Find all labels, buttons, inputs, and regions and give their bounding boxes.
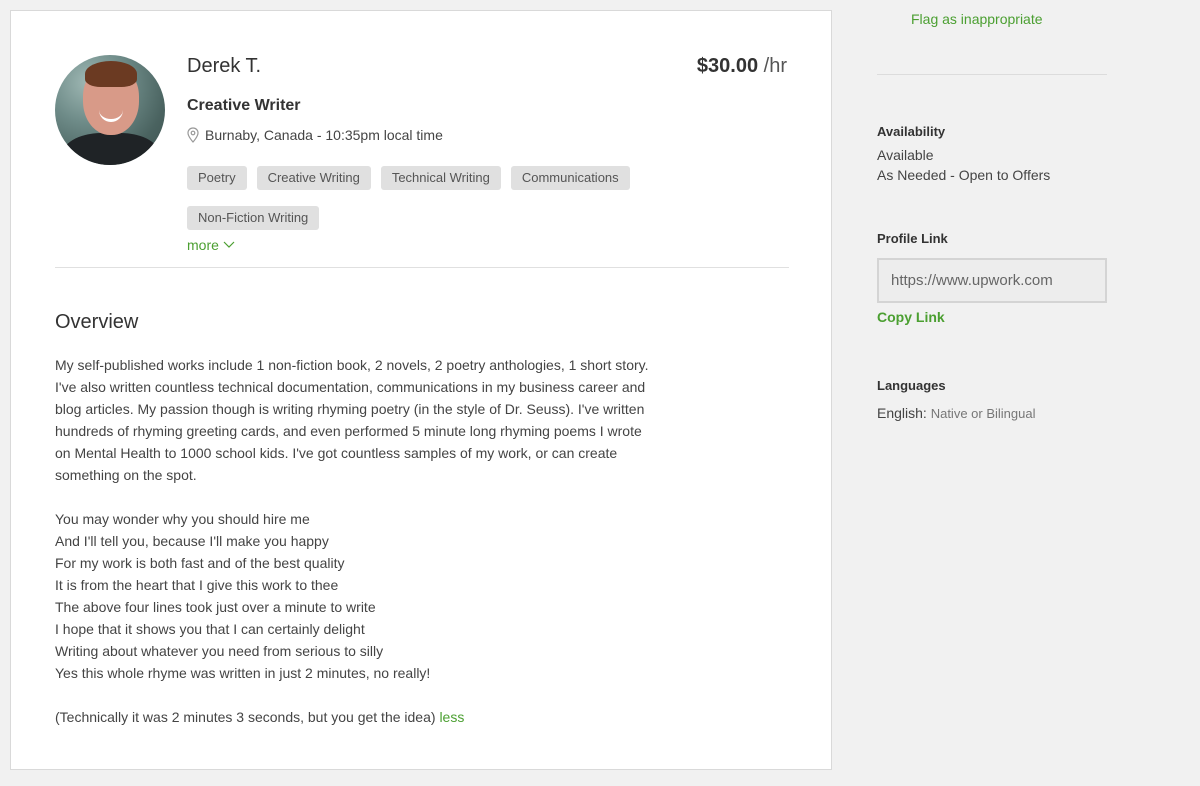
availability-detail: As Needed - Open to Offers — [877, 167, 1051, 183]
hourly-rate: $30.00 /hr — [697, 55, 787, 78]
overview-line: I've also written countless technical do… — [55, 379, 646, 395]
freelancer-name: Derek T. — [187, 55, 262, 77]
skill-tag[interactable]: Creative Writing — [256, 166, 371, 190]
more-label: more — [187, 237, 219, 253]
overview-line: on Mental Health to 1000 school kids. I'… — [55, 445, 618, 461]
overview-body: My self-published works include 1 non-fi… — [55, 354, 795, 728]
poem-line: You may wonder why you should hire me — [55, 511, 310, 527]
skill-tag[interactable]: Technical Writing — [380, 166, 501, 190]
language-name: English: — [877, 405, 927, 421]
avatar[interactable] — [55, 55, 165, 165]
location: Burnaby, Canada - 10:35pm local time — [187, 127, 443, 143]
overview-closing: (Technically it was 2 minutes 3 seconds,… — [55, 706, 795, 728]
poem-line: The above four lines took just over a mi… — [55, 599, 376, 615]
poem-line: It is from the heart that I give this wo… — [55, 577, 339, 593]
profile-card: Derek T. $30.00 /hr Creative Writer Burn… — [10, 10, 832, 770]
profile-link-field[interactable]: https://www.upwork.com — [877, 258, 1107, 303]
more-skills-link[interactable]: more — [187, 237, 235, 253]
overview-line: hundreds of rhyming greeting cards, and … — [55, 423, 642, 439]
closing-text: (Technically it was 2 minutes 3 seconds,… — [55, 709, 436, 725]
skill-tag[interactable]: Communications — [510, 166, 630, 190]
flag-inappropriate-link[interactable]: Flag as inappropriate — [911, 11, 1043, 27]
overview-line: blog articles. My passion though is writ… — [55, 401, 645, 417]
language-level: Native or Bilingual — [930, 406, 1036, 421]
poem-line: I hope that it shows you that I can cert… — [55, 621, 365, 637]
divider — [55, 267, 789, 268]
avatar-hair — [85, 61, 137, 87]
profile-link-label: Profile Link — [877, 231, 948, 246]
poem-line: Yes this whole rhyme was written in just… — [55, 665, 431, 681]
skill-tag[interactable]: Non-Fiction Writing — [187, 206, 320, 230]
availability-label: Availability — [877, 124, 946, 139]
avatar-shirt — [61, 133, 161, 165]
less-link[interactable]: less — [439, 709, 464, 725]
chevron-down-icon — [223, 241, 235, 248]
poem-line: Writing about whatever you need from ser… — [55, 643, 384, 659]
sidebar-divider — [877, 74, 1107, 75]
languages-label: Languages — [877, 378, 946, 393]
overview-line: My self-published works include 1 non-fi… — [55, 357, 649, 373]
poem-line: For my work is both fast and of the best… — [55, 555, 345, 571]
copy-link-button[interactable]: Copy Link — [877, 309, 945, 325]
profile-title: Creative Writer — [187, 97, 301, 114]
location-pin-icon — [187, 127, 199, 143]
location-text: Burnaby, Canada - 10:35pm local time — [205, 127, 443, 143]
rate-value: $30.00 — [696, 55, 759, 77]
poem-line: And I'll tell you, because I'll make you… — [55, 533, 329, 549]
skill-tag[interactable]: Poetry — [187, 166, 247, 190]
overview-heading: Overview — [55, 311, 139, 333]
overview-line: something on the spot. — [55, 467, 197, 483]
rate-unit: /hr — [763, 55, 787, 77]
language-entry: English: Native or Bilingual — [877, 405, 1035, 421]
availability-status: Available — [877, 147, 934, 163]
skills-list: Poetry Creative Writing Technical Writin… — [187, 166, 747, 230]
